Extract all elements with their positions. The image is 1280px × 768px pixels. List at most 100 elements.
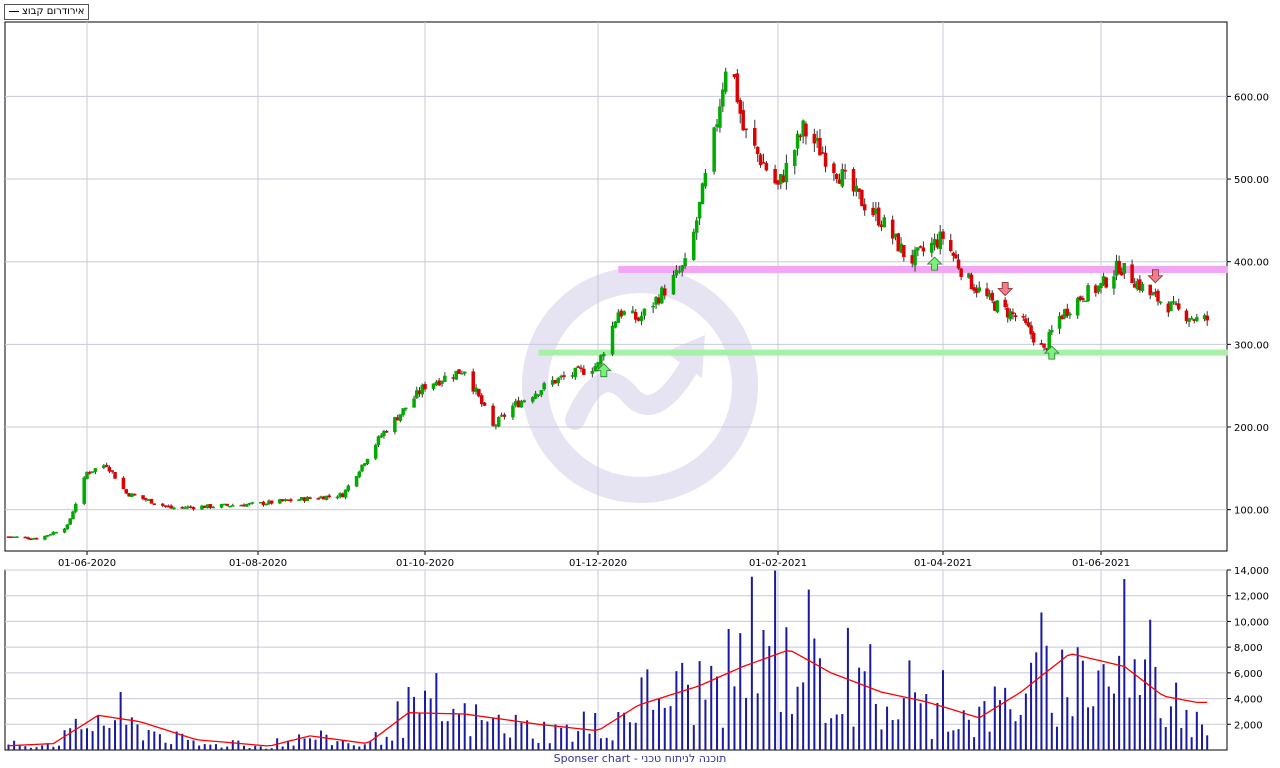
volume-bar — [605, 737, 608, 750]
volume-bar — [565, 724, 568, 750]
candle-body — [882, 217, 887, 228]
candle-body — [559, 375, 563, 378]
volume-bar — [1133, 659, 1136, 750]
candle-body — [250, 502, 255, 504]
volume-bar — [628, 722, 631, 750]
candle-body — [949, 240, 953, 251]
volume-bar — [475, 704, 478, 750]
candle-body — [1187, 318, 1191, 322]
volume-bar — [526, 720, 529, 750]
volume-bar — [1030, 662, 1033, 750]
candle-body — [127, 493, 131, 497]
volume-y-tick-label: 4,000 — [1234, 695, 1263, 706]
volume-bar — [24, 746, 27, 750]
volume-bar — [852, 726, 855, 750]
volume-bar — [1050, 712, 1053, 750]
volume-y-tick-label: 2,000 — [1234, 720, 1263, 731]
volume-bar — [947, 731, 950, 750]
volume-bar — [314, 739, 317, 750]
candle-body — [602, 353, 606, 357]
candle-body — [573, 367, 578, 378]
candle-body — [1068, 313, 1072, 316]
candle-body — [102, 465, 106, 469]
candle-body — [556, 377, 561, 383]
candle-body — [683, 258, 687, 267]
candle-body — [346, 485, 351, 491]
candle-body — [671, 274, 676, 295]
volume-bar — [727, 628, 730, 750]
volume-bar — [480, 719, 483, 750]
candle-body — [660, 287, 664, 304]
volume-bar — [1195, 711, 1198, 750]
volume-bar — [863, 671, 866, 750]
volume-bar — [983, 701, 986, 750]
candle-body — [718, 106, 722, 128]
volume-bar — [663, 707, 666, 750]
volume-bar — [594, 713, 597, 750]
volume-bar — [858, 667, 861, 750]
candle-body — [180, 507, 185, 509]
candle-body — [1104, 277, 1108, 288]
volume-bar — [237, 740, 240, 750]
volume-bar — [675, 671, 678, 750]
candle-body — [384, 431, 389, 433]
x-tick-label: 01-08-2020 — [229, 558, 287, 569]
candle-body — [502, 414, 507, 417]
volume-bar — [18, 745, 21, 750]
volume-bar — [774, 570, 777, 750]
candle-body — [431, 383, 436, 389]
volume-bar — [1004, 687, 1007, 750]
candle-body — [902, 245, 906, 258]
candle-body — [823, 152, 828, 167]
volume-bar — [514, 714, 517, 750]
candle-body — [88, 472, 92, 474]
candle-body — [1195, 317, 1199, 321]
volume-bar — [347, 743, 350, 750]
candle-body — [1122, 263, 1127, 274]
volume-bar — [1144, 659, 1147, 750]
candle-body — [593, 366, 597, 372]
volume-bar — [1081, 660, 1084, 750]
candle-body — [146, 499, 151, 501]
volume-bar — [336, 741, 339, 750]
candle-body — [741, 110, 745, 131]
volume-bar — [537, 742, 540, 750]
volume-bar — [704, 699, 707, 750]
candle-body — [160, 503, 165, 506]
volume-bar — [231, 740, 234, 750]
candle-body — [163, 505, 168, 507]
candle-body — [1140, 283, 1145, 291]
candle-body — [1205, 315, 1209, 321]
candle-body — [479, 395, 484, 405]
candle-body — [289, 499, 293, 502]
volume-bar — [458, 714, 461, 750]
volume-bar — [942, 670, 944, 750]
candle-body — [219, 504, 224, 508]
candle-body — [269, 500, 274, 504]
candle-body — [697, 201, 702, 219]
volume-bar — [1138, 695, 1141, 750]
volume-bar — [298, 734, 301, 750]
candle-body — [579, 367, 583, 370]
candle-body — [440, 381, 444, 384]
candle-body — [511, 405, 515, 418]
volume-bar — [503, 733, 506, 750]
candle-body — [54, 532, 58, 534]
volume-bar — [908, 660, 911, 750]
candle-body — [715, 124, 719, 128]
price-y-tick-label: 500.00 — [1234, 175, 1269, 186]
candle-body — [423, 384, 427, 390]
volume-bar — [779, 712, 782, 750]
candle-body — [231, 505, 235, 507]
volume-bar — [413, 696, 416, 750]
volume-bar — [962, 710, 965, 750]
candle-body — [876, 207, 881, 226]
volume-bar — [1061, 649, 1064, 750]
volume-bar — [880, 729, 883, 750]
volume-bar — [341, 740, 344, 750]
volume-y-tick-label: 8,000 — [1234, 643, 1263, 654]
footer-text: Sponser chart - תוכנה לניתוח טכני — [553, 752, 727, 765]
candle-body — [784, 162, 789, 183]
volume-bar — [710, 665, 713, 750]
candle-body — [631, 310, 635, 314]
